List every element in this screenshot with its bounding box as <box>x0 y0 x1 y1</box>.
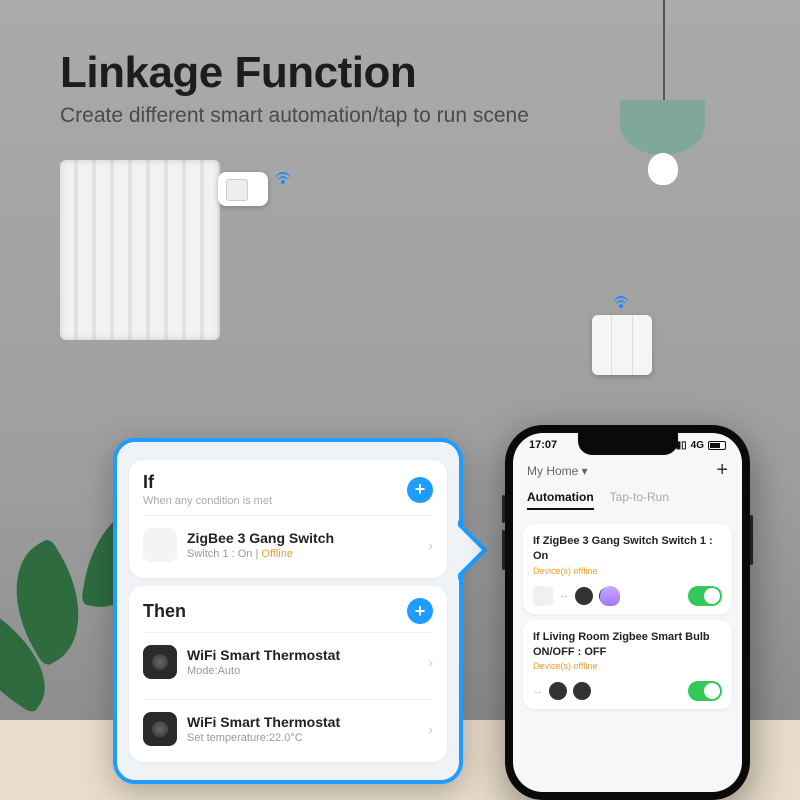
enable-toggle[interactable] <box>688 681 722 701</box>
thermostat-icon <box>143 645 177 679</box>
page-subtitle: Create different smart automation/tap to… <box>60 104 760 128</box>
tab-automation[interactable]: Automation <box>527 490 594 510</box>
action-row[interactable]: WiFi Smart Thermostat Set temperature:22… <box>143 699 433 758</box>
wifi-icon <box>274 172 292 186</box>
condition-name: ZigBee 3 Gang Switch <box>187 530 422 546</box>
status-time: 17:07 <box>529 439 557 451</box>
chevron-right-icon: › <box>428 537 433 553</box>
phone-notch <box>578 433 678 455</box>
chevron-right-icon: › <box>428 721 433 737</box>
automation-popup: If When any condition is met + ZigBee 3 … <box>113 438 463 784</box>
card-title: If Living Room Zigbee Smart Bulb ON/OFF … <box>533 630 722 660</box>
bulb-icon <box>600 586 620 606</box>
radiator <box>60 160 220 340</box>
add-button[interactable]: + <box>716 459 728 482</box>
card-icons: ↔ <box>533 682 591 700</box>
action-name: WiFi Smart Thermostat <box>187 647 422 663</box>
if-section: If When any condition is met + ZigBee 3 … <box>129 460 447 578</box>
network-label: 4G <box>691 440 704 451</box>
device-icon <box>575 587 593 605</box>
action-row[interactable]: WiFi Smart Thermostat Mode:Auto › <box>143 632 433 691</box>
card-status: Device(s) offline <box>533 566 722 576</box>
action-name: WiFi Smart Thermostat <box>187 714 422 730</box>
heading-block: Linkage Function Create different smart … <box>60 48 760 128</box>
if-title: If <box>143 472 272 493</box>
add-condition-button[interactable]: + <box>407 477 433 503</box>
thermostat-icon <box>143 712 177 746</box>
if-subtitle: When any condition is met <box>143 495 272 507</box>
phone-screen: 17:07 ➤ ▮▮▮▯ 4G My Home ▾ + Automation T… <box>513 433 742 792</box>
wifi-icon <box>612 296 630 310</box>
phone-frame: 17:07 ➤ ▮▮▮▯ 4G My Home ▾ + Automation T… <box>505 425 750 800</box>
tab-bar: Automation Tap-to-Run <box>513 486 742 518</box>
tab-tap-to-run[interactable]: Tap-to-Run <box>610 490 669 510</box>
battery-icon <box>708 441 726 450</box>
device-icon <box>573 682 591 700</box>
device-icon <box>549 682 567 700</box>
card-status: Device(s) offline <box>533 661 722 671</box>
automation-card[interactable]: If ZigBee 3 Gang Switch Switch 1 : On De… <box>523 524 732 614</box>
automation-card[interactable]: If Living Room Zigbee Smart Bulb ON/OFF … <box>523 620 732 710</box>
arrow-icon: ↔ <box>533 686 543 697</box>
card-title: If ZigBee 3 Gang Switch Switch 1 : On <box>533 534 722 564</box>
lamp-bulb <box>648 153 678 185</box>
wall-switch <box>592 315 652 375</box>
callout-arrow <box>458 520 488 580</box>
chevron-right-icon: › <box>428 654 433 670</box>
home-dropdown[interactable]: My Home ▾ <box>527 464 588 478</box>
then-title: Then <box>143 601 186 622</box>
action-detail: Mode:Auto <box>187 665 422 677</box>
condition-detail: Switch 1 : On | Offline <box>187 548 422 560</box>
thermostat-valve <box>218 172 268 206</box>
then-section: Then + WiFi Smart Thermostat Mode:Auto ›… <box>129 586 447 762</box>
action-detail: Set temperature:22.0°C <box>187 732 422 744</box>
add-action-button[interactable]: + <box>407 598 433 624</box>
switch-icon <box>143 528 177 562</box>
enable-toggle[interactable] <box>688 586 722 606</box>
arrow-icon: ↔ <box>559 590 569 601</box>
condition-row[interactable]: ZigBee 3 Gang Switch Switch 1 : On | Off… <box>143 515 433 574</box>
device-icon <box>533 586 553 606</box>
page-title: Linkage Function <box>60 48 760 98</box>
